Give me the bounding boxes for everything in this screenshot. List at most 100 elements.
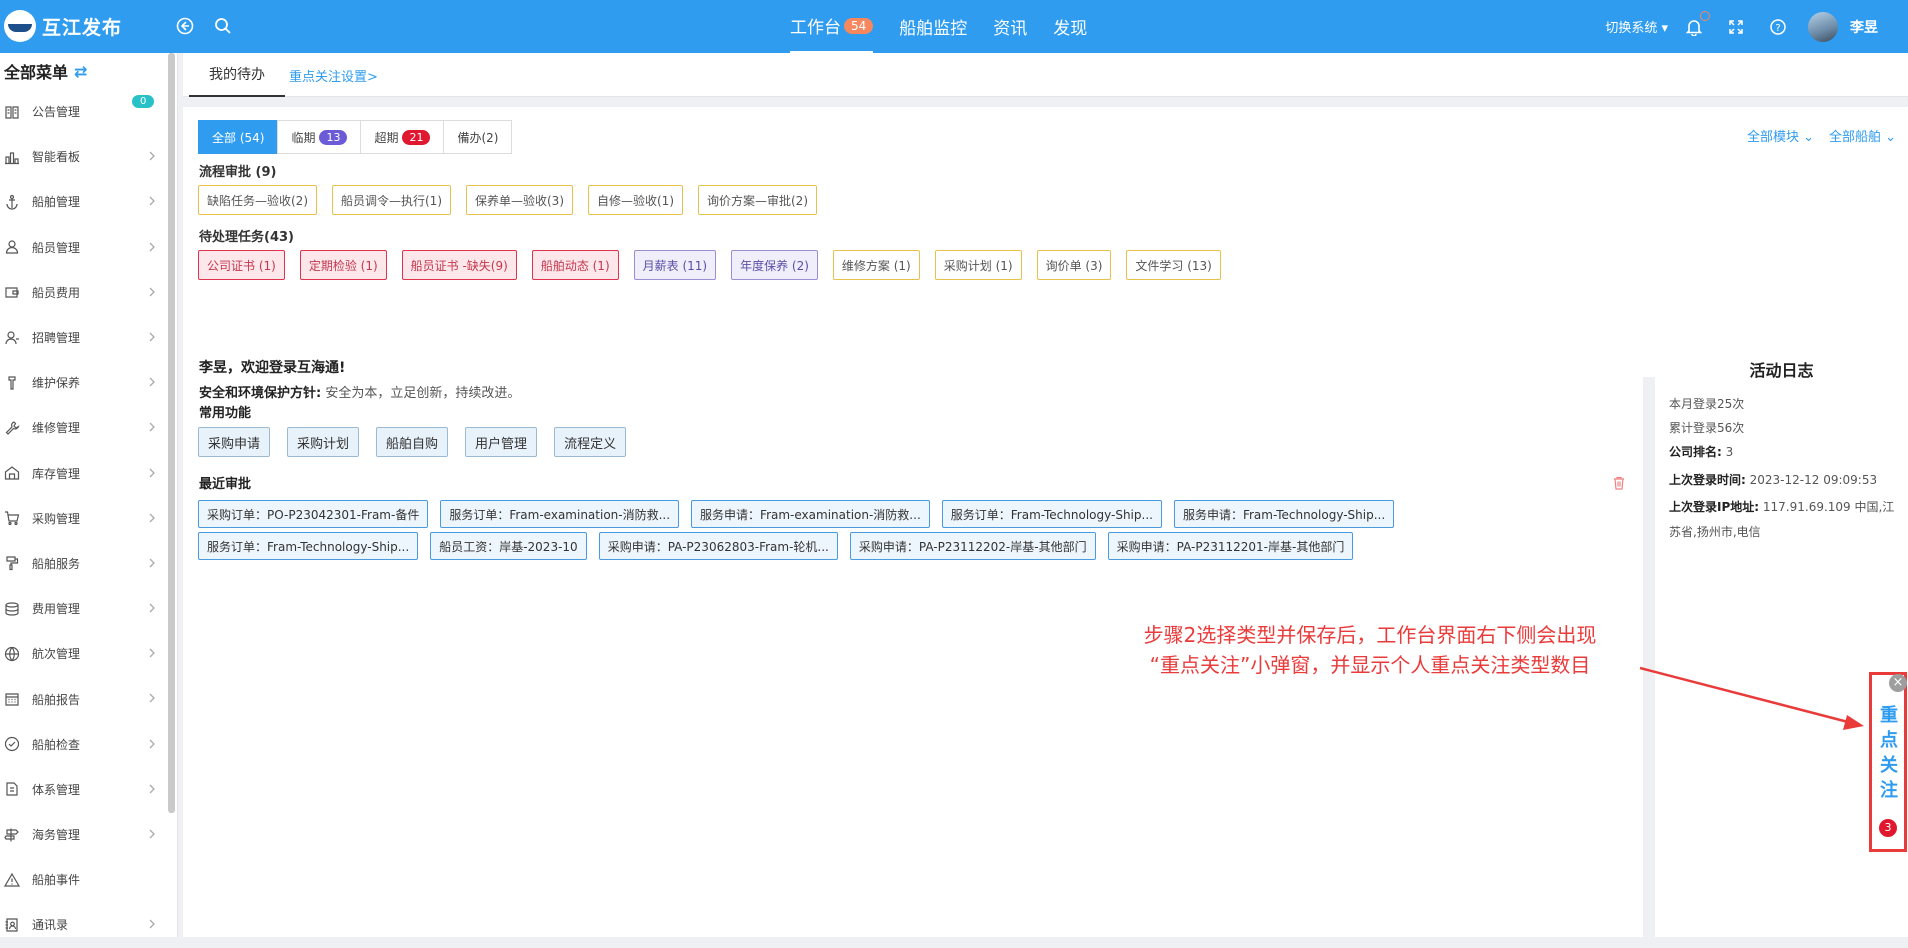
sidebar-item[interactable]: 公告管理 0 [0,89,177,134]
pending-tag[interactable]: 询价单 (3) [1036,250,1112,280]
notice-count-badge: 0 [132,95,155,108]
pending-tag[interactable]: 公司证书 (1) [198,250,285,280]
warehouse-icon [4,465,20,481]
search-icon[interactable] [210,13,236,39]
user-name[interactable]: 李昱 [1850,17,1878,37]
ship-dropdown[interactable]: 全部船舶 ⌄ [1829,126,1896,145]
filter-overdue-label: 超期 [374,130,399,145]
pending-tag[interactable]: 采购计划 (1) [934,250,1022,280]
total-logins: 累计登录56次 [1669,416,1904,441]
help-icon[interactable]: ? [1766,15,1790,39]
sidebar-item[interactable]: 船员费用 [0,270,177,315]
focus-settings-link[interactable]: 重点关注设置> [289,53,378,97]
pending-tag[interactable]: 月薪表 (11) [633,250,717,280]
policy-line: 安全和环境保护方针: 安全为本，立足创新，持续改进。 [199,382,520,401]
pending-tag[interactable]: 维修方案 (1) [832,250,920,280]
flow-tag[interactable]: 自修—验收(1) [588,185,683,215]
swap-icon[interactable]: ⇄ [74,62,87,81]
pending-tag[interactable]: 船员证书 -缺失(9) [401,250,517,280]
quick-function-button[interactable]: 采购计划 [287,427,360,457]
policy-text: 安全为本，立足创新，持续改进。 [325,386,521,401]
sidebar-item[interactable]: 智能看板 [0,134,177,179]
flow-tag[interactable]: 保养单—验收(3) [466,185,573,215]
filter-memo[interactable]: 備办(2) [443,120,513,154]
recent-approval-item[interactable]: 服务订单：Fram-Technology-Ship... [198,532,419,560]
sidebar-item[interactable]: 库存管理 [0,451,177,496]
sidebar-scrollbar[interactable] [168,53,175,813]
sidebar-item[interactable]: 船舶报告 [0,676,177,721]
sidebar-item[interactable]: 航次管理 [0,631,177,676]
pending-tag[interactable]: 定期检验 (1) [299,250,387,280]
recent-approval-item[interactable]: 服务订单：Fram-examination-消防救... [440,500,680,528]
recent-approval-item[interactable]: 采购订单：PO-P23042301-Fram-备件 [198,500,429,528]
switch-system-dropdown[interactable]: 切换系统 ▾ [1605,17,1668,36]
sidebar-item[interactable]: 维修管理 [0,405,177,450]
quick-function-button[interactable]: 船舶自购 [376,427,449,457]
quick-function-button[interactable]: 采购申请 [198,427,271,457]
sidebar-item[interactable]: 体系管理 [0,767,177,812]
sidebar-item[interactable]: 船员管理 [0,225,177,270]
recent-approval-item[interactable]: 采购申请：PA-P23062803-Fram-轮机... [598,532,838,560]
pending-tag[interactable]: 船舶动态 (1) [531,250,619,280]
menu-list: 公告管理 0 智能看板 船舶管理 船员管理船员费用招聘管理维护保养 维修管理 库存管理 采购管… [0,89,177,948]
chevron-right-icon [145,917,159,931]
close-icon[interactable]: × [1889,674,1907,692]
tool-icon [4,375,20,391]
trash-icon[interactable] [1613,475,1627,490]
sidebar-item[interactable]: 船舶检查 [0,722,177,767]
filter-all[interactable]: 全部 (54) [198,120,279,154]
chevron-right-icon [145,240,159,254]
nav-discover[interactable]: 发现 [1053,0,1087,53]
avatar[interactable] [1808,11,1838,42]
nav-news[interactable]: 资讯 [993,0,1027,53]
quick-function-button[interactable]: 流程定义 [554,427,627,457]
sidebar-item[interactable]: 船舶事件 [0,857,177,902]
tab-my-todo[interactable]: 我的待办 [189,53,285,97]
recent-approval-item[interactable]: 服务订单：Fram-Technology-Ship... [941,500,1162,528]
nav-workbench-label: 工作台 [790,18,841,38]
sidebar-item-label: 海务管理 [32,828,81,843]
filter-overdue[interactable]: 超期 21 [360,120,445,154]
recent-approval-item[interactable]: 采购申请：PA-P23112201-岸基-其他部门 [1107,532,1354,560]
sidebar-item[interactable]: 费用管理 [0,586,177,631]
sidebar-item-label: 招聘管理 [32,331,81,346]
filter-all-label: 全部 (54) [212,130,265,145]
sidebar-item[interactable]: 船舶管理 [0,179,177,224]
recent-approval-item[interactable]: 船员工资：岸基-2023-10 [430,532,587,560]
total-logins-value: 56 [1717,421,1733,435]
fullscreen-icon[interactable] [1724,15,1748,39]
top-bar: 互江发布 工作台 54 船舶监控 资讯 发现 切换系统 ▾ ? 李昱 [0,0,1908,53]
flow-tag[interactable]: 船员调令—执行(1) [332,185,451,215]
sidebar-item[interactable]: 海务管理 [0,812,177,857]
filter-due-soon[interactable]: 临期 13 [277,120,362,154]
recent-approval-item[interactable]: 服务申请：Fram-Technology-Ship... [1173,500,1395,528]
bell-icon[interactable] [1682,10,1710,39]
recent-approval-item[interactable]: 服务申请：Fram-examination-消防救... [691,500,930,528]
sidebar-item[interactable]: 招聘管理 [0,315,177,360]
sidebar-item[interactable]: 维护保养 [0,360,177,405]
service-icon [4,555,20,571]
nav-ship-monitor[interactable]: 船舶监控 [899,0,967,53]
contacts-icon [4,917,20,933]
sidebar-item[interactable]: 通讯录 [0,902,177,947]
sidebar-item[interactable]: 采购管理 [0,496,177,541]
back-icon[interactable] [172,13,198,39]
flow-tag[interactable]: 缺陷任务—验收(2) [198,185,317,215]
company-rank-label: 公司排名: [1669,445,1722,459]
flow-tag[interactable]: 询价方案—审批(2) [698,185,817,215]
sidebar-item-label: 船员费用 [32,285,81,300]
focus-popup[interactable]: × 重点关注 3 [1869,672,1907,852]
welcome-title: 李昱，欢迎登录互海通! [199,360,346,376]
recent-approvals-row-1: 采购订单：PO-P23042301-Fram-备件 服务订单：Fram-exami… [198,500,1406,528]
nav-workbench[interactable]: 工作台 54 [790,0,874,53]
app-logo[interactable]: 互江发布 [0,6,160,46]
sidebar-item-label: 通讯录 [32,918,69,933]
main-area: 我的待办 重点关注设置> 全部 (54) 临期 13 超期 21 備办(2) 全部模… [183,53,1908,937]
pending-tag[interactable]: 年度保养 (2) [731,250,818,280]
app-name: 互江发布 [42,16,123,39]
pending-tag[interactable]: 文件学习 (13) [1126,250,1221,280]
module-dropdown[interactable]: 全部模块 ⌄ [1747,126,1814,145]
quick-function-button[interactable]: 用户管理 [465,427,538,457]
recent-approval-item[interactable]: 采购申请：PA-P23112202-岸基-其他部门 [849,532,1096,560]
sidebar-item[interactable]: 船舶服务 [0,541,177,586]
